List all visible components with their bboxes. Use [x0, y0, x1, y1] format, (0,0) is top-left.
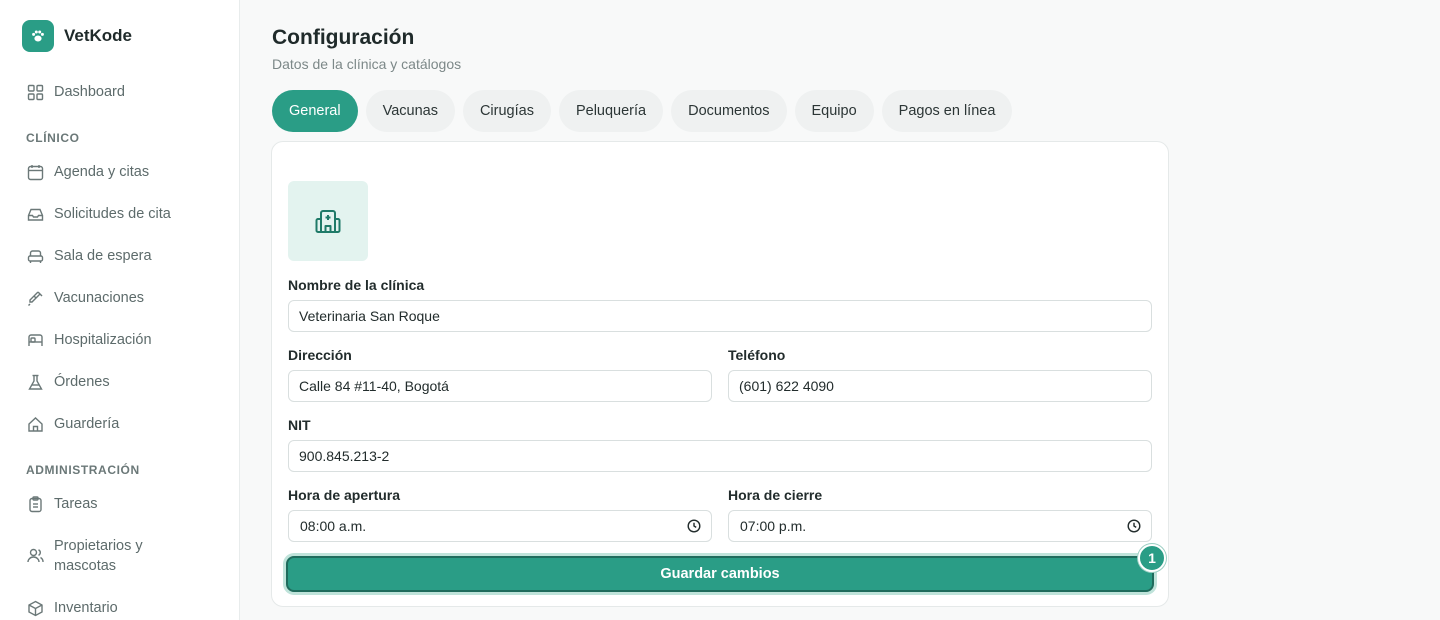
tab-equipo[interactable]: Equipo: [794, 90, 874, 132]
tab-cirugias[interactable]: Cirugías: [462, 90, 551, 132]
sidebar-item-label: Inventario: [54, 600, 118, 616]
general-settings-card: Nombre de la clínica Dirección Teléfono …: [271, 141, 1169, 607]
clock-icon[interactable]: [1127, 519, 1141, 533]
sidebar-item-tareas[interactable]: Tareas: [26, 494, 226, 514]
sidebar-item-sala-espera[interactable]: Sala de espera: [26, 246, 226, 266]
sidebar-item-label: Dashboard: [54, 84, 125, 100]
closing-time-input[interactable]: 07:00 p.m.: [728, 510, 1152, 542]
sidebar-item-label: Sala de espera: [54, 248, 152, 264]
paw-icon: [22, 20, 54, 52]
sidebar-item-label: Hospitalización: [54, 332, 152, 348]
section-heading-clinico: CLÍNICO: [26, 131, 80, 145]
sidebar-item-label: Guardería: [54, 416, 120, 432]
tab-pagos-en-linea[interactable]: Pagos en línea: [881, 90, 1013, 132]
sidebar-item-solicitudes[interactable]: Solicitudes de cita: [26, 204, 226, 224]
bed-icon: [26, 331, 44, 349]
sidebar-item-label: Órdenes: [54, 374, 110, 390]
sidebar-item-dashboard[interactable]: Dashboard: [26, 82, 226, 102]
inbox-icon: [26, 205, 44, 223]
users-icon: [26, 546, 44, 564]
sidebar-item-agenda[interactable]: Agenda y citas: [26, 162, 226, 182]
sidebar-item-label-line1: Propietarios y: [54, 538, 143, 554]
clipboard-icon: [26, 495, 44, 513]
page-subtitle: Datos de la clínica y catálogos: [272, 56, 462, 72]
sidebar-item-propietarios[interactable]: Propietarios y mascotas: [26, 536, 226, 576]
armchair-icon: [26, 247, 44, 265]
calendar-icon: [26, 163, 44, 181]
app-name: VetKode: [64, 26, 133, 45]
sidebar-item-vacunaciones[interactable]: Vacunaciones: [26, 288, 226, 308]
nit-input[interactable]: [288, 440, 1152, 472]
sidebar-item-label: Agenda y citas: [54, 164, 150, 180]
opening-time-input[interactable]: 08:00 a.m.: [288, 510, 712, 542]
grid-icon: [26, 83, 44, 101]
sidebar-item-label: Propietarios y mascotas: [54, 536, 143, 576]
closing-time-label: Hora de cierre: [728, 487, 823, 503]
sidebar-item-label: Tareas: [54, 496, 98, 512]
sidebar-item-guarderia[interactable]: Guardería: [26, 414, 226, 434]
sidebar-item-label: Solicitudes de cita: [54, 206, 171, 222]
closing-time-value: 07:00 p.m.: [740, 518, 807, 534]
sidebar: VetKode Dashboard CLÍNICO Agenda y citas…: [0, 0, 240, 620]
tab-vacunas[interactable]: Vacunas: [365, 90, 455, 132]
address-input[interactable]: [288, 370, 712, 402]
nit-label: NIT: [288, 417, 311, 433]
address-label: Dirección: [288, 347, 352, 363]
tab-peluqueria[interactable]: Peluquería: [558, 90, 664, 132]
syringe-icon: [26, 289, 44, 307]
opening-time-label: Hora de apertura: [288, 487, 401, 503]
sidebar-item-inventario[interactable]: Inventario: [26, 598, 226, 618]
clinic-name-input[interactable]: [288, 300, 1152, 332]
main-content: Configuración Datos de la clínica y catá…: [240, 0, 1440, 620]
opening-time-value: 08:00 a.m.: [300, 518, 367, 534]
clinic-name-label: Nombre de la clínica: [288, 277, 425, 293]
sidebar-item-ordenes[interactable]: Órdenes: [26, 372, 226, 392]
package-icon: [26, 599, 44, 617]
hospital-icon: [288, 181, 368, 261]
sidebar-item-hospitalizacion[interactable]: Hospitalización: [26, 330, 226, 350]
phone-label: Teléfono: [728, 347, 786, 363]
tab-general[interactable]: General: [272, 90, 358, 132]
tab-documentos[interactable]: Documentos: [671, 90, 787, 132]
sidebar-item-label: Vacunaciones: [54, 290, 145, 306]
page-title: Configuración: [272, 26, 415, 49]
brand[interactable]: VetKode: [22, 20, 132, 52]
save-button[interactable]: Guardar cambios: [286, 556, 1154, 592]
phone-input[interactable]: [728, 370, 1152, 402]
home-icon: [26, 415, 44, 433]
clock-icon[interactable]: [687, 519, 701, 533]
step-badge: 1: [1138, 544, 1166, 572]
section-heading-administracion: ADMINISTRACIÓN: [26, 463, 140, 477]
settings-tabs: General Vacunas Cirugías Peluquería Docu…: [272, 90, 1020, 132]
flask-icon: [26, 373, 44, 391]
sidebar-item-label-line2: mascotas: [54, 558, 117, 574]
